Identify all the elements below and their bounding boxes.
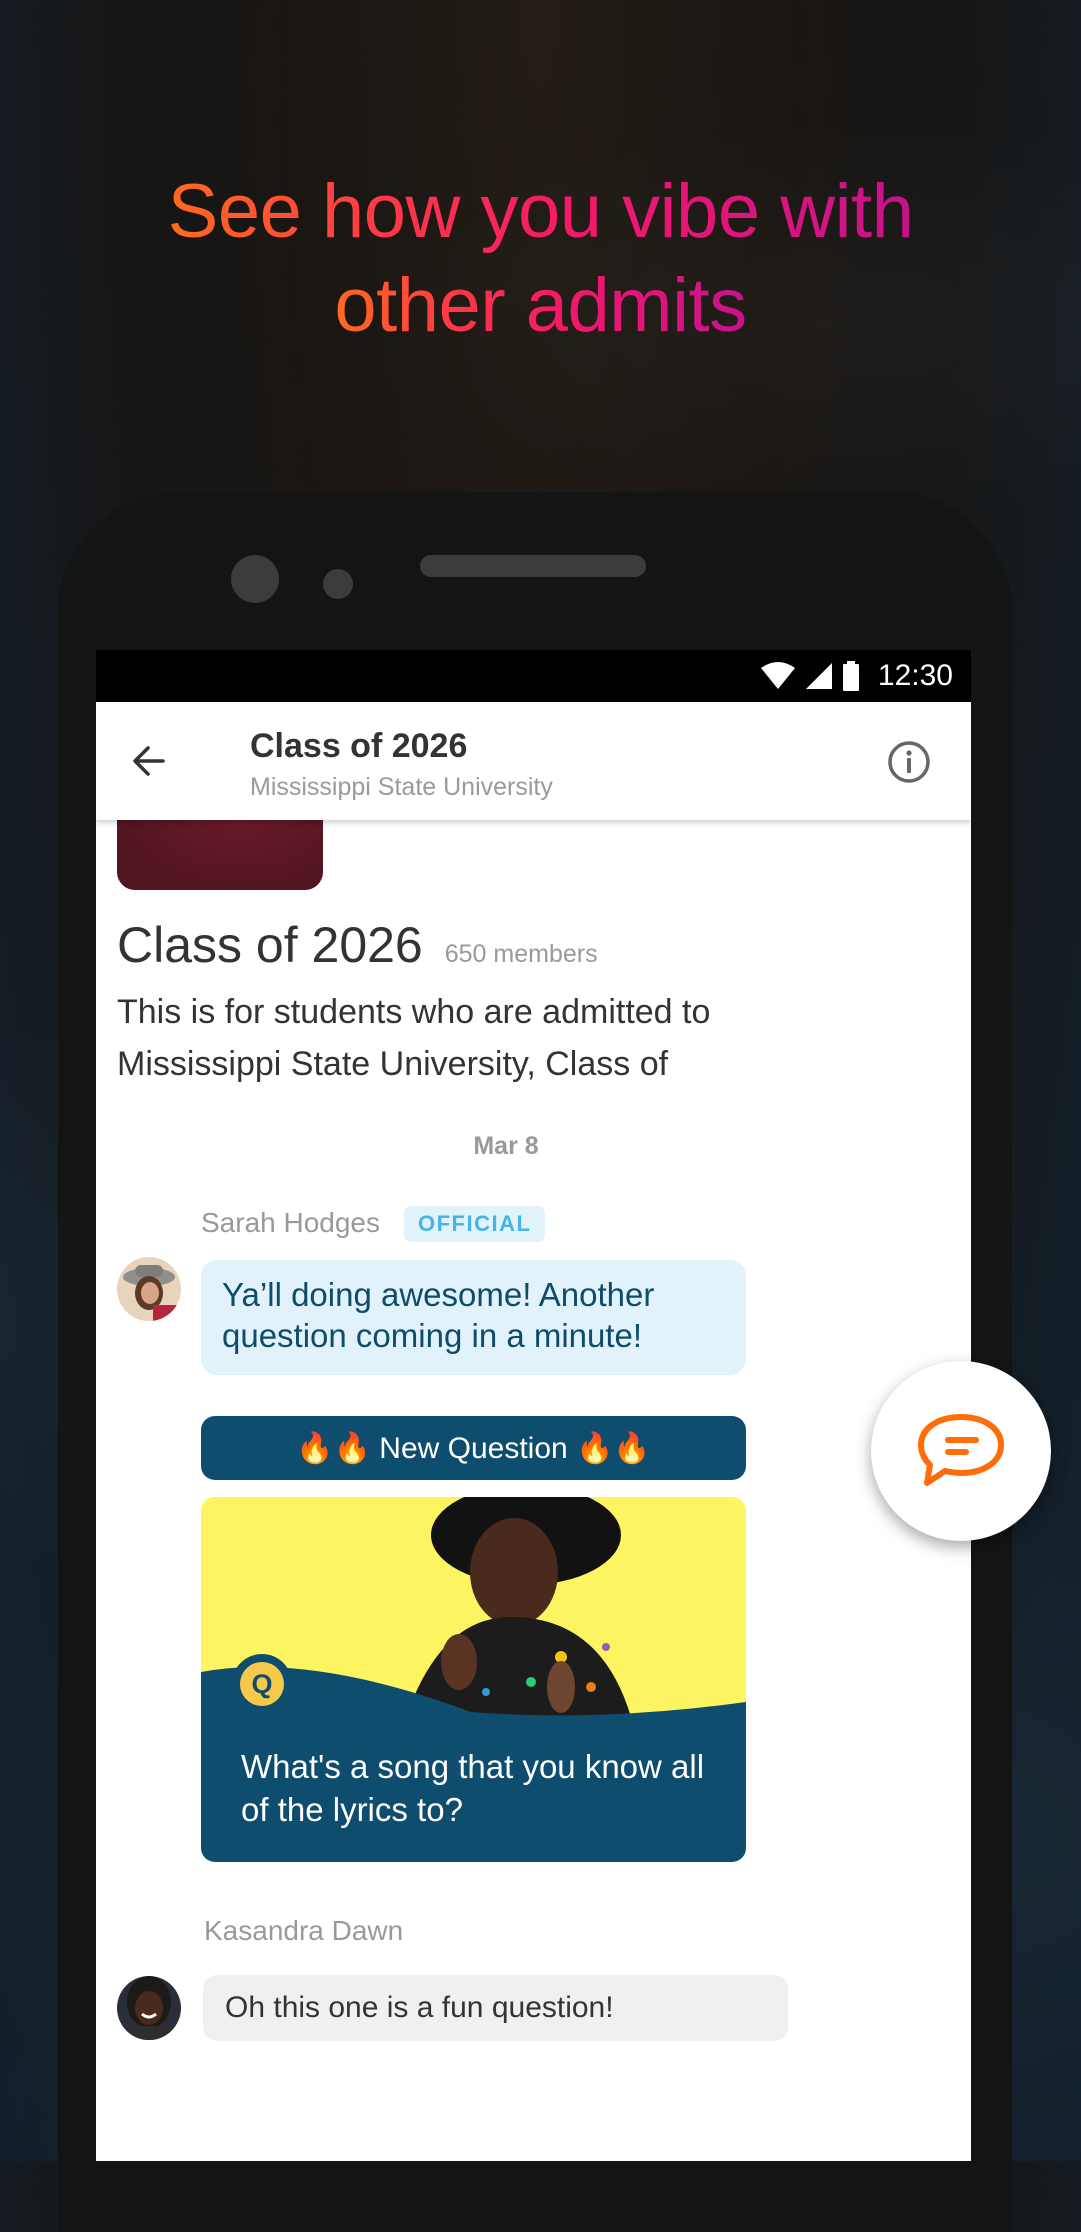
chat-fab-button[interactable] [871,1361,1051,1541]
front-camera-icon [231,555,279,603]
message-bubble[interactable]: Oh this one is a fun question! [203,1975,788,2041]
promo-headline-line1: See how you vibe with [167,169,914,254]
signal-icon [805,663,832,689]
status-bar: 12:30 [96,650,971,702]
group-name: Class of 2026 [117,917,423,973]
sender-name[interactable]: Sarah Hodges [201,1207,380,1239]
date-separator: Mar 8 [473,1132,539,1160]
q-icon: Q [240,1662,284,1706]
question-text: What's a song that you know all of the l… [241,1748,705,1828]
promo-headline: See how you vibe with other admits [0,165,1081,353]
group-description: This is for students who are admitted to… [117,993,711,1083]
promo-headline-line2: other admits [334,263,747,348]
chat-bubble-icon [918,1414,1004,1486]
app-bar: Class of 2026 Mississippi State Universi… [96,702,971,820]
sensor-icon [323,569,353,599]
earpiece-speaker [420,555,646,577]
message-bubble[interactable]: Ya’ll doing awesome! Another question co… [201,1260,746,1375]
app-bar-title: Class of 2026 [250,727,468,765]
wifi-icon [760,662,795,689]
phone-screen: 12:30 Class of 2026 Mississippi State Un… [96,650,971,2161]
avatar[interactable] [117,1257,181,1321]
back-button[interactable] [126,738,172,784]
question-card[interactable]: Q What's a song that you know all of the… [201,1497,746,1862]
battery-icon [842,661,859,691]
status-time: 12:30 [877,659,953,692]
avatar[interactable] [117,1976,181,2040]
official-badge: OFFICIAL [404,1206,546,1242]
question-badge: Q [232,1654,292,1714]
avatar-photo-sarah [117,1257,181,1321]
new-question-banner: 🔥🔥 New Question 🔥🔥 [201,1416,746,1480]
group-heading: Class of 2026 650 members [117,916,598,974]
avatar-photo-kasandra [117,1976,181,2040]
member-count: 650 members [444,940,598,968]
info-button[interactable] [886,739,932,785]
sender-name[interactable]: Kasandra Dawn [204,1915,403,1947]
info-icon [888,741,930,783]
app-bar-subtitle: Mississippi State University [250,773,553,801]
arrow-left-icon [133,746,165,776]
